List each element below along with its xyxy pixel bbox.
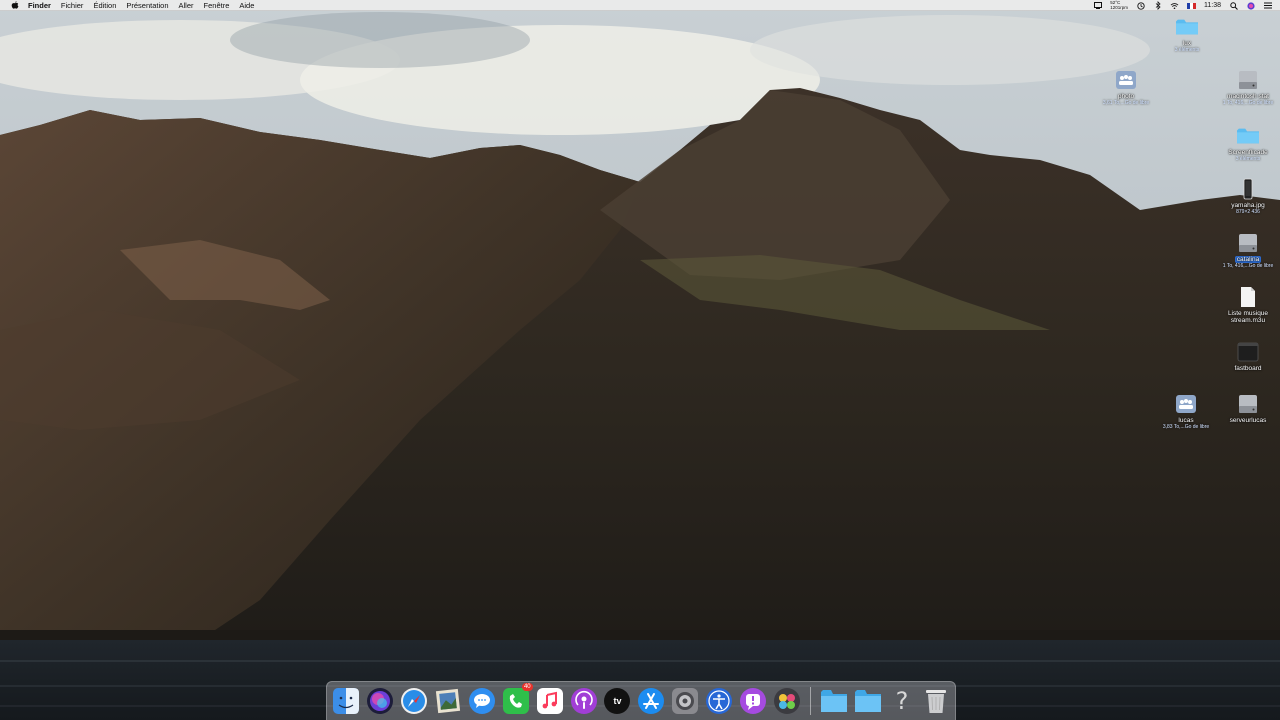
siri-icon[interactable] [1246,1,1255,10]
safari-icon [400,688,427,714]
desktop-icon-lucas[interactable]: lucas 3,83 To,...Go de libre [1151,393,1221,430]
dock-music[interactable] [535,686,565,716]
desktop-wallpaper [0,0,1280,720]
desktop-icon-fastboard[interactable]: fastboard [1213,341,1280,372]
dock-messages[interactable] [467,686,497,716]
french-flag-icon[interactable] [1187,2,1196,9]
folder-icon [821,690,848,712]
folder-icon [1176,16,1198,38]
dock-accessibility[interactable] [704,686,734,716]
notification-center-icon[interactable] [1263,1,1272,10]
hard-drive-icon [1237,393,1259,415]
siri-icon [366,688,393,714]
menu-bar: Finder Fichier Édition Présentation Alle… [0,0,1280,11]
bluetooth-icon[interactable] [1153,1,1162,10]
desktop-icon-label: serveurlucas [1229,417,1267,424]
desktop-icon-info: 3 éléments [1174,47,1200,53]
dock: 40 tv ? [326,681,956,720]
desktop-icon-label: catalina [1234,256,1262,263]
dock-applications-folder[interactable] [819,686,849,716]
wifi-icon[interactable] [1170,1,1179,10]
menu-aide[interactable]: Aide [239,0,254,11]
dock-feedback[interactable] [738,686,768,716]
desktop-icon-info: 1 To, 416,...Go de libre [1222,263,1274,269]
podcasts-icon [570,688,597,714]
music-icon [536,688,563,714]
desktop-icon-lux[interactable]: lux 3 éléments [1152,16,1222,53]
desktop-icon-macintosh-stat[interactable]: macintosh stat 1 To, 416,...Go de libre [1213,69,1280,106]
hard-drive-icon [1237,69,1259,91]
folder-icon [855,690,882,712]
dock-safari[interactable] [399,686,429,716]
desktop-icon-photo[interactable]: photo 3,61 To,...Go de libre [1091,69,1161,106]
dock-system-preferences[interactable] [670,686,700,716]
menu-aller[interactable]: Aller [179,0,194,11]
menu-fichier[interactable]: Fichier [61,0,84,11]
menu-presentation[interactable]: Présentation [126,0,168,11]
dock-separator [810,687,812,715]
desktop-icon-label: yamaha.jpg [1231,202,1265,209]
messages-icon [468,688,495,714]
desktop-icon-screenflicade[interactable]: Screenflicade 3 éléments [1213,125,1280,162]
trash-icon [925,690,946,713]
finder-icon [332,688,359,714]
desktop-icon-info: 3,61 To,...Go de libre [1102,100,1150,106]
desktop-icon-label: lux [1182,40,1192,47]
dock-finder[interactable] [331,686,361,716]
preview-icon [435,688,460,714]
network-drive-icon [1175,393,1197,415]
clock[interactable]: 11:38 [1204,2,1221,9]
time-machine-icon[interactable] [1136,1,1145,10]
status-area: 52°C 1201rpm 11:38 [1093,0,1272,11]
menu-edition[interactable]: Édition [93,0,116,11]
desktop-icon-yamaha[interactable]: yamaha.jpg 879×2 436 [1213,178,1280,215]
desktop-icon-info: 879×2 436 [1236,209,1260,215]
desktop-icon-info: 3 éléments [1235,156,1261,162]
facetime-icon [502,688,529,714]
desktop-icon-info: 1 To, 416,...Go de libre [1222,100,1274,106]
system-monitor[interactable]: 52°C 1201rpm [1110,0,1128,10]
document-icon [1237,286,1259,308]
dock-facetime[interactable]: 40 [501,683,533,716]
terminal-icon [1237,341,1259,363]
desktop-icon-label: lucas [1178,417,1194,424]
menu-app-finder[interactable]: Finder [28,0,51,11]
tv-label: tv [613,696,622,706]
display-icon[interactable] [1093,1,1102,10]
dock-app-store[interactable] [636,686,666,716]
dock-tv[interactable]: tv [603,686,633,716]
photo-booth-icon [774,688,801,714]
notification-badge: 40 [521,683,533,691]
desktop-icon-label: Liste musique [1227,310,1269,317]
dock-documents-folder[interactable] [853,686,883,716]
desktop-icon-label-line2: stream.m3u [1230,317,1266,324]
menu-fenetre[interactable]: Fenêtre [204,0,230,11]
dock-podcasts[interactable] [569,686,599,716]
system-preferences-icon [672,688,699,714]
dock-photo-booth[interactable] [772,686,802,716]
desktop-icon-label: fastboard [1234,365,1262,372]
image-file-icon [1237,178,1259,200]
apple-menu-icon[interactable] [10,0,20,10]
desktop-icon-info: 3,83 To,...Go de libre [1162,424,1210,430]
dock-trash[interactable] [921,686,951,716]
network-drive-icon [1115,69,1137,91]
dock-preview[interactable] [433,686,463,716]
feedback-icon [740,688,767,714]
dock-help[interactable]: ? [887,686,917,716]
desktop-icon-catalina[interactable]: catalina 1 To, 416,...Go de libre [1213,232,1280,269]
dock-siri[interactable] [365,686,395,716]
hard-drive-icon [1237,232,1259,254]
app-store-icon [638,688,665,714]
search-icon[interactable] [1229,1,1238,10]
help-icon: ? [895,687,909,715]
accessibility-icon [706,688,733,714]
folder-icon [1237,125,1259,147]
desktop-icon-label: macintosh stat [1227,93,1269,100]
fan-speed: 1201rpm [1110,4,1128,10]
desktop-icon-label: Screenflicade [1228,149,1268,156]
desktop-icon-serveurlucas[interactable]: serveurlucas [1213,393,1280,424]
desktop-icon-liste-musique[interactable]: Liste musique stream.m3u [1213,286,1280,324]
desktop-icon-label: photo [1117,93,1135,100]
